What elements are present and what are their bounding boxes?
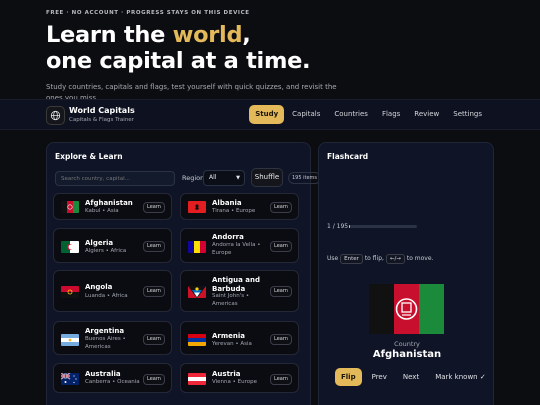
country-name: Argentina [85,327,125,335]
country-name: Albania [212,199,242,207]
country-name: Andorra [212,233,244,241]
country-name: Antigua and Barbuda [212,276,261,293]
country-name: Austria [212,370,241,378]
country-sub: Vienna • Europe [212,379,257,385]
hint-mid: to flip, [364,255,384,262]
flag-australia-icon [61,373,79,385]
country-card-algeria[interactable]: Algeria Algiers • Africa Learn [53,228,172,263]
country-name: Australia [85,370,121,378]
learn-button[interactable]: Learn [143,334,165,345]
flag-angola-icon [61,286,79,298]
learn-button[interactable]: Learn [143,286,165,297]
prev-button[interactable]: Prev [366,368,393,386]
country-card-antigua-and-barbuda[interactable]: Antigua and Barbuda Saint John's • Ameri… [180,270,299,312]
region-label: Region [182,174,205,182]
shuffle-button[interactable]: Shuffle [251,168,283,187]
country-name: Afghanistan [85,199,133,207]
country-card-andorra[interactable]: Andorra Andorra la Vella • Europe Learn [180,228,299,263]
country-sub: Yerevan • Asia [212,341,252,347]
arrow-keys: ←/→ [385,254,405,264]
next-button[interactable]: Next [397,368,425,386]
country-sub: Canberra • Oceania [85,379,140,385]
learn-button[interactable]: Learn [270,334,292,345]
country-card-albania[interactable]: Albania Tirana • Europe Learn [180,193,299,220]
country-name: Algeria [85,239,114,247]
learn-button[interactable]: Learn [270,286,292,297]
tab-capitals[interactable]: Capitals [286,105,326,124]
brand-tagline: Capitals & Flags Trainer [69,117,134,123]
country-sub: Saint John's • Americas [212,293,250,307]
flip-button[interactable]: Flip [335,368,362,386]
country-card-austria[interactable]: Austria Vienna • Europe Learn [180,363,299,393]
flag-afghanistan-icon [61,201,79,213]
country-card-argentina[interactable]: Argentina Buenos Aires • Americas Learn [53,321,172,355]
country-sub: Andorra la Vella • Europe [212,242,261,256]
enter-key: Enter [340,254,363,264]
learn-button[interactable]: Learn [143,202,165,213]
flashcard-label: Country [394,340,420,348]
flashcard-country: Afghanistan [372,349,442,360]
country-name: Armenia [212,332,246,340]
flag-armenia-icon [188,334,206,346]
hero-headline: Learn the world, one capital at a time. [46,22,506,74]
flag-andorra-icon [188,241,206,253]
tab-review[interactable]: Review [408,105,445,124]
region-select[interactable]: All ▼ [203,170,245,186]
explore-panel: Explore & Learn Region All ▼ Shuffle 195… [46,142,321,405]
top-navbar: World Capitals Capitals & Flags Trainer … [0,99,540,130]
hint-use: Use [327,255,339,262]
globe-icon-svg [50,110,61,121]
country-card-armenia[interactable]: Armenia Yerevan • Asia Learn [180,321,299,355]
headline-part-3: one capital at a time. [46,48,311,74]
country-name: Angola [85,283,113,291]
hero-eyebrow: FREE · NO ACCOUNT · PROGRESS STAYS ON TH… [46,10,250,16]
tab-countries[interactable]: Countries [328,105,374,124]
explore-title: Explore & Learn [55,152,123,161]
headline-accent: world [172,22,243,48]
country-sub: Tirana • Europe [212,208,256,214]
country-sub: Kabul • Asia [85,208,119,214]
flag-austria-icon [188,373,206,385]
flashcard-panel: Flashcard 1 / 195 Use Enter to flip, ←/→… [318,142,494,405]
tab-flags[interactable]: Flags [376,105,406,124]
country-card-afghanistan[interactable]: Afghanistan Kabul • Asia Learn [53,193,172,220]
learn-button[interactable]: Learn [270,202,292,213]
globe-icon[interactable] [46,106,65,125]
search-input[interactable] [55,171,175,186]
country-sub: Algiers • Africa [85,248,127,254]
learn-button[interactable]: Learn [143,374,165,385]
brand-name[interactable]: World Capitals [69,106,135,115]
country-sub: Luanda • Africa [85,293,128,299]
learn-button[interactable]: Learn [143,241,165,252]
flag-albania-icon [188,201,206,213]
flag-algeria-icon [61,241,79,253]
flag-argentina-icon [61,334,79,346]
country-sub: Buenos Aires • Americas [85,336,126,350]
learn-button[interactable]: Learn [270,374,292,385]
flashcard-actions: Flip Prev Next Mark known ✓ [335,368,492,386]
progress-text: 1 / 195 [327,223,349,230]
progress-fill [349,225,350,228]
keyboard-hint: Use Enter to flip, ←/→ to move. [327,254,433,264]
main-nav: Study Capitals Countries Flags Review Se… [249,105,488,124]
learn-button[interactable]: Learn [270,241,292,252]
country-card-angola[interactable]: Angola Luanda • Africa Learn [53,270,172,312]
flag-antigua-icon [188,286,206,298]
headline-part-2: , [242,22,251,48]
mark-known-button[interactable]: Mark known ✓ [429,368,492,386]
tab-settings[interactable]: Settings [447,105,488,124]
tab-study[interactable]: Study [249,105,285,124]
chevron-down-icon: ▼ [236,175,240,181]
region-value: All [209,174,217,181]
headline-part-1: Learn the [46,22,173,48]
hint-end: to move. [406,255,434,262]
progress-bar [349,225,417,228]
flashcard-flag-afghanistan [369,284,444,334]
flashcard-title: Flashcard [327,152,369,161]
country-card-australia[interactable]: Australia Canberra • Oceania Learn [53,363,172,393]
count-badge: 195 items [288,172,321,184]
hero: FREE · NO ACCOUNT · PROGRESS STAYS ON TH… [46,10,506,103]
